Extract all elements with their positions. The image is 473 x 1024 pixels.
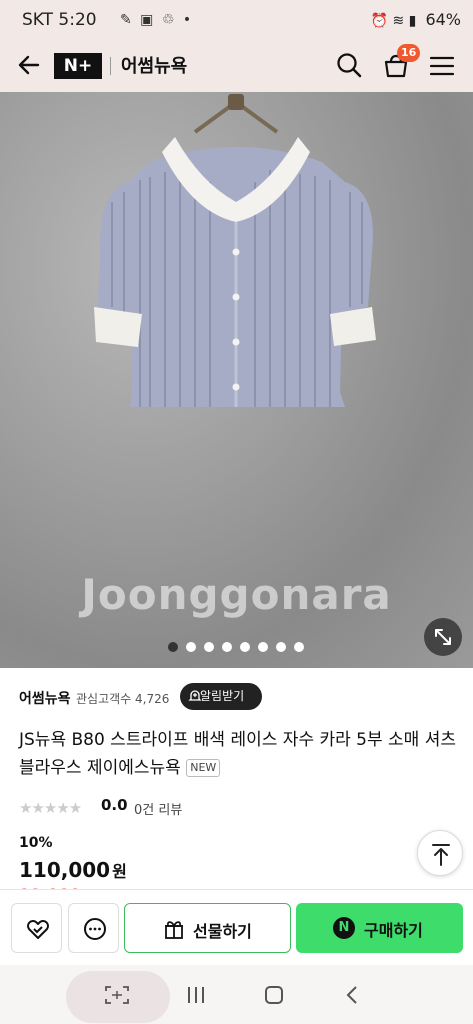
carousel-dot[interactable] <box>276 642 286 652</box>
carousel-dot[interactable] <box>186 642 196 652</box>
gift-label: 선물하기 <box>193 922 252 941</box>
review-count[interactable]: 0건 리뷰 <box>134 799 182 818</box>
star-rating-icon: ★★★★★ <box>19 799 82 817</box>
alarm-button[interactable]: 알림받기 <box>180 683 262 710</box>
carousel-dot[interactable] <box>222 642 232 652</box>
search-icon[interactable] <box>334 50 364 80</box>
wishlist-button[interactable] <box>11 903 62 953</box>
price-value: 110,000 <box>19 858 111 882</box>
expand-icon[interactable] <box>424 618 462 656</box>
bell-plus-icon <box>188 690 202 701</box>
system-navigation-bar <box>0 965 473 1024</box>
product-title-text: JS뉴욕 B80 스트라이프 배색 레이스 자수 카라 5부 소매 셔츠 블라우… <box>19 730 456 778</box>
buy-label: 구매하기 <box>364 921 423 940</box>
image-watermark: Joonggonara <box>81 570 392 619</box>
gift-button[interactable]: 선물하기 <box>124 903 291 953</box>
carousel-dot[interactable] <box>168 642 178 652</box>
alarm-label: 알림받기 <box>200 689 245 703</box>
product-image-carousel[interactable]: Joonggonara <box>0 92 473 668</box>
buy-button[interactable]: N 구매하기 <box>296 903 463 953</box>
notification-icons: ✎ ▣ ♲ • <box>120 12 194 28</box>
nplus-logo[interactable]: N+ <box>54 53 102 79</box>
carousel-dot[interactable] <box>294 642 304 652</box>
scroll-top-button[interactable] <box>417 830 463 876</box>
home-icon[interactable] <box>264 985 284 1005</box>
carousel-dot[interactable] <box>204 642 214 652</box>
scan-icon[interactable] <box>104 985 130 1005</box>
status-bar: SKT 5:20 ✎ ▣ ♲ • ⏰ ≋ ▮ 64% <box>0 0 473 40</box>
status-carrier-time: SKT 5:20 <box>22 10 97 30</box>
system-icons: ⏰ ≋ ▮ <box>370 13 417 29</box>
back-arrow-icon[interactable] <box>14 50 44 80</box>
carousel-dot[interactable] <box>240 642 250 652</box>
carousel-dot[interactable] <box>258 642 268 652</box>
price-unit: 원 <box>112 862 127 881</box>
status-right: ⏰ ≋ ▮ 64% <box>371 10 461 29</box>
follower-count: 관심고객수 4,726 <box>76 692 170 706</box>
cart-count-badge: 16 <box>397 44 421 62</box>
carousel-indicator <box>0 642 473 654</box>
menu-icon[interactable] <box>428 52 456 80</box>
product-title: JS뉴욕 B80 스트라이프 배색 레이스 자수 카라 5부 소매 셔츠 블라우… <box>19 726 459 782</box>
back-icon[interactable] <box>344 985 360 1005</box>
app-header: N+ 어썸뉴욕 16 <box>0 40 473 92</box>
price: 110,000 원 <box>19 858 127 882</box>
header-divider <box>110 57 111 75</box>
store-title[interactable]: 어썸뉴욕 <box>121 52 187 78</box>
recent-apps-icon[interactable] <box>186 985 206 1005</box>
seller-name[interactable]: 어썸뉴욕 <box>19 688 71 708</box>
arrow-up-icon <box>432 844 450 866</box>
discount-rate: 10% <box>19 835 53 851</box>
purchase-action-bar: 선물하기 N 구매하기 <box>0 889 473 965</box>
rating-value: 0.0 <box>101 796 128 814</box>
npay-icon: N <box>333 917 355 939</box>
battery-level: 64% <box>425 10 461 29</box>
gift-icon <box>165 921 183 939</box>
talk-button[interactable] <box>68 903 119 953</box>
heart-check-icon <box>27 920 49 939</box>
chat-bubble-icon <box>84 918 106 940</box>
new-badge: NEW <box>186 759 221 777</box>
